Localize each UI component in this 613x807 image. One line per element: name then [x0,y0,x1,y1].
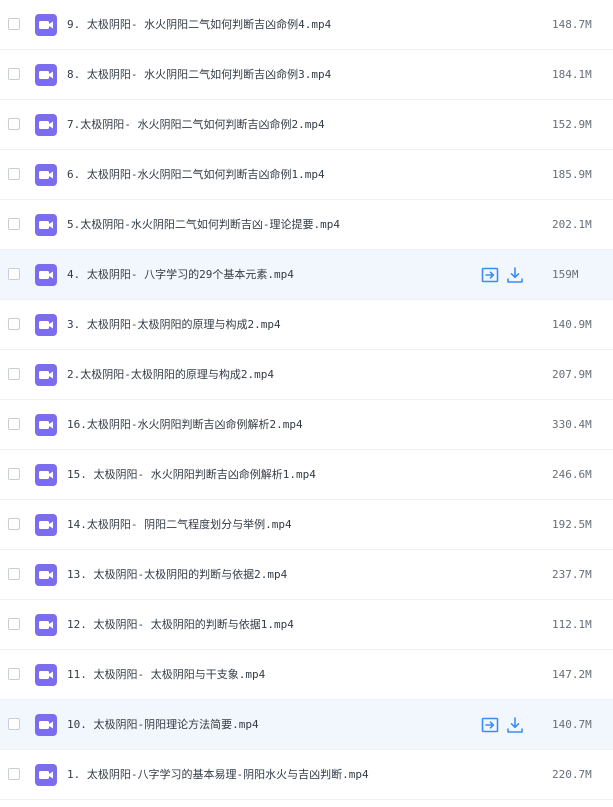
file-row[interactable]: 9. 太极阴阳- 水火阴阳二气如何判断吉凶命例4.mp4 148.7M [0,0,613,50]
file-name[interactable]: 2.太极阴阳-太极阴阳的原理与构成2.mp4 [67,367,274,383]
file-name[interactable]: 13. 太极阴阳-太极阴阳的判断与依据2.mp4 [67,567,287,583]
download-icon[interactable] [506,266,524,284]
file-size: 237.7M [552,568,592,581]
file-name[interactable]: 8. 太极阴阳- 水火阴阳二气如何判断吉凶命例3.mp4 [67,67,331,83]
row-checkbox[interactable] [8,168,20,180]
file-name[interactable]: 1. 太极阴阳-八字学习的基本易理-阴阳水火与吉凶判断.mp4 [67,767,369,783]
video-file-icon [35,364,57,386]
row-checkbox[interactable] [8,568,20,580]
file-size: 202.1M [552,218,592,231]
video-file-icon [35,664,57,686]
file-size: 140.9M [552,318,592,331]
video-file-icon [35,564,57,586]
file-row[interactable]: 4. 太极阴阳- 八字学习的29个基本元素.mp4 159M [0,250,613,300]
file-size: 147.2M [552,668,592,681]
row-checkbox[interactable] [8,468,20,480]
video-file-icon [35,414,57,436]
file-row[interactable]: 14.太极阴阳- 阴阳二气程度划分与举例.mp4 192.5M [0,500,613,550]
share-icon[interactable] [481,716,499,734]
row-checkbox[interactable] [8,318,20,330]
video-file-icon [35,164,57,186]
file-row[interactable]: 8. 太极阴阳- 水火阴阳二气如何判断吉凶命例3.mp4 184.1M [0,50,613,100]
share-icon[interactable] [481,266,499,284]
video-file-icon [35,464,57,486]
row-checkbox[interactable] [8,518,20,530]
file-name[interactable]: 16.太极阴阳-水火阴阳判断吉凶命例解析2.mp4 [67,417,303,433]
file-name[interactable]: 10. 太极阴阳-阴阳理论方法简要.mp4 [67,717,259,733]
video-file-icon [35,614,57,636]
video-file-icon [35,314,57,336]
video-file-icon [35,714,57,736]
file-size: 246.6M [552,468,592,481]
file-name[interactable]: 6. 太极阴阳-水火阴阳二气如何判断吉凶命例1.mp4 [67,167,325,183]
file-row[interactable]: 3. 太极阴阳-太极阴阳的原理与构成2.mp4 140.9M [0,300,613,350]
file-name[interactable]: 3. 太极阴阳-太极阴阳的原理与构成2.mp4 [67,317,281,333]
file-size: 112.1M [552,618,592,631]
file-row[interactable]: 12. 太极阴阳- 太极阴阳的判断与依据1.mp4 112.1M [0,600,613,650]
video-file-icon [35,114,57,136]
file-row[interactable]: 16.太极阴阳-水火阴阳判断吉凶命例解析2.mp4 330.4M [0,400,613,450]
file-size: 207.9M [552,368,592,381]
row-checkbox[interactable] [8,68,20,80]
video-file-icon [35,14,57,36]
file-row[interactable]: 1. 太极阴阳-八字学习的基本易理-阴阳水火与吉凶判断.mp4 220.7M [0,750,613,800]
row-checkbox[interactable] [8,768,20,780]
file-size: 152.9M [552,118,592,131]
row-checkbox[interactable] [8,118,20,130]
video-file-icon [35,514,57,536]
file-list: 9. 太极阴阳- 水火阴阳二气如何判断吉凶命例4.mp4 148.7M 8. 太… [0,0,613,800]
file-row[interactable]: 6. 太极阴阳-水火阴阳二气如何判断吉凶命例1.mp4 185.9M [0,150,613,200]
download-icon[interactable] [506,716,524,734]
row-checkbox[interactable] [8,18,20,30]
file-size: 185.9M [552,168,592,181]
row-checkbox[interactable] [8,618,20,630]
file-name[interactable]: 15. 太极阴阳- 水火阴阳判断吉凶命例解析1.mp4 [67,467,316,483]
row-checkbox[interactable] [8,218,20,230]
file-row[interactable]: 7.太极阴阳- 水火阴阳二气如何判断吉凶命例2.mp4 152.9M [0,100,613,150]
file-row[interactable]: 10. 太极阴阳-阴阳理论方法简要.mp4 140.7M [0,700,613,750]
file-size: 140.7M [552,718,592,731]
file-row[interactable]: 11. 太极阴阳- 太极阴阳与干支象.mp4 147.2M [0,650,613,700]
video-file-icon [35,764,57,786]
file-name[interactable]: 4. 太极阴阳- 八字学习的29个基本元素.mp4 [67,267,294,283]
file-name[interactable]: 11. 太极阴阳- 太极阴阳与干支象.mp4 [67,667,265,683]
file-size: 159M [552,268,579,281]
file-name[interactable]: 12. 太极阴阳- 太极阴阳的判断与依据1.mp4 [67,617,294,633]
video-file-icon [35,264,57,286]
file-name[interactable]: 7.太极阴阳- 水火阴阳二气如何判断吉凶命例2.mp4 [67,117,325,133]
video-file-icon [35,214,57,236]
file-size: 220.7M [552,768,592,781]
row-checkbox[interactable] [8,368,20,380]
file-row[interactable]: 15. 太极阴阳- 水火阴阳判断吉凶命例解析1.mp4 246.6M [0,450,613,500]
file-row[interactable]: 2.太极阴阳-太极阴阳的原理与构成2.mp4 207.9M [0,350,613,400]
file-size: 192.5M [552,518,592,531]
file-name[interactable]: 14.太极阴阳- 阴阳二气程度划分与举例.mp4 [67,517,292,533]
file-size: 148.7M [552,18,592,31]
row-checkbox[interactable] [8,718,20,730]
row-checkbox[interactable] [8,668,20,680]
file-name[interactable]: 5.太极阴阳-水火阴阳二气如何判断吉凶-理论提要.mp4 [67,217,340,233]
video-file-icon [35,64,57,86]
row-checkbox[interactable] [8,418,20,430]
file-size: 184.1M [552,68,592,81]
row-checkbox[interactable] [8,268,20,280]
file-row[interactable]: 13. 太极阴阳-太极阴阳的判断与依据2.mp4 237.7M [0,550,613,600]
file-size: 330.4M [552,418,592,431]
file-name[interactable]: 9. 太极阴阳- 水火阴阳二气如何判断吉凶命例4.mp4 [67,17,331,33]
file-row[interactable]: 5.太极阴阳-水火阴阳二气如何判断吉凶-理论提要.mp4 202.1M [0,200,613,250]
